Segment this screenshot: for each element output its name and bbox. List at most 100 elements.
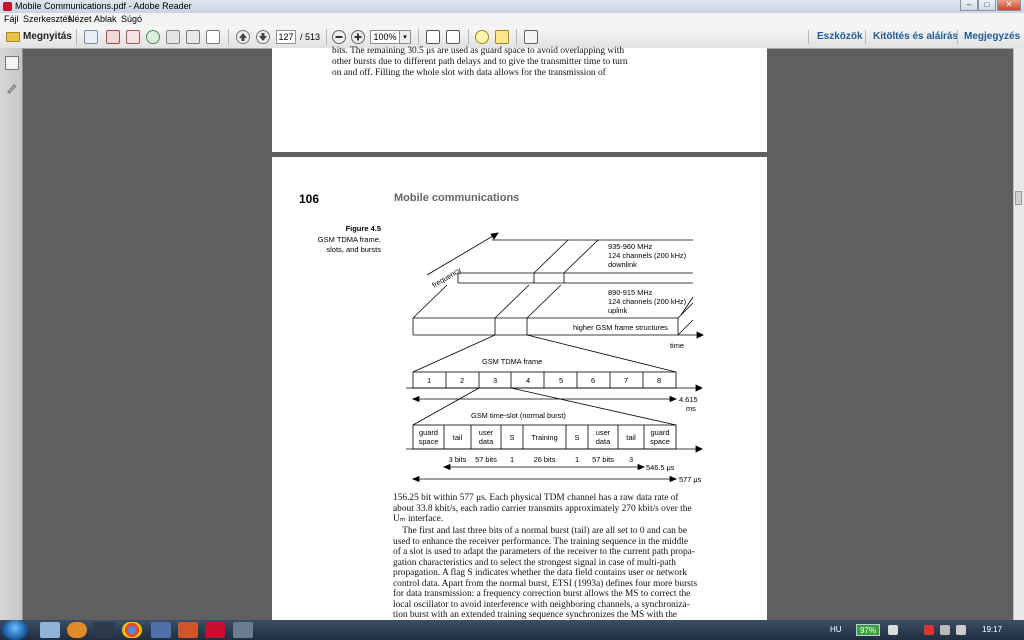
body-text-line: about 33.8 kbit/s, each radio carrier tr… — [393, 503, 692, 514]
bit-count: 57 bits — [475, 455, 497, 464]
toolbar-separator — [957, 30, 958, 44]
flag-icon[interactable] — [940, 625, 950, 635]
pdf-page-current: 106 Mobile communications Figure 4.5 GSM… — [272, 157, 767, 620]
bit-count: 1 — [575, 455, 579, 464]
tray-icon[interactable] — [888, 625, 898, 635]
toolbar-separator — [808, 30, 809, 44]
burst-field-user-data: data — [479, 437, 494, 446]
bit-count: 26 bits — [534, 455, 556, 464]
burst-field-tail: tail — [453, 433, 463, 442]
burst-field-user-data: user — [479, 428, 494, 437]
slot-label: 6 — [591, 376, 595, 385]
burst-field-s: S — [510, 433, 515, 442]
burst-field-guard-space: space — [419, 437, 439, 446]
fill-sign-link[interactable]: Kitöltés és aláírás — [873, 31, 958, 42]
burst-field-s: S — [575, 433, 580, 442]
slot-label: 8 — [657, 376, 661, 385]
burst-field-user-data: user — [596, 428, 611, 437]
body-text-line: control data. Apart from the normal burs… — [393, 578, 698, 589]
visio-taskbar-icon[interactable] — [151, 622, 171, 638]
slot-duration: 577 μs — [679, 475, 702, 484]
body-text-line: tion burst with an extended training seq… — [393, 610, 678, 620]
vertical-scrollbar[interactable] — [1013, 48, 1024, 620]
maximize-button[interactable]: □ — [978, 0, 996, 11]
gsm-tdma-figure: frequency time 935-960 MHz 124 channels … — [406, 232, 704, 484]
bit-count: 3 — [629, 455, 633, 464]
body-text-line: Uₘ interface. — [393, 514, 444, 524]
downlink-label: downlink — [608, 260, 637, 269]
slot-label: 2 — [460, 376, 464, 385]
powerpoint-taskbar-icon[interactable] — [178, 622, 198, 638]
burst-field-guard-space: space — [650, 437, 670, 446]
burst-duration: 546.5 μs — [646, 463, 675, 472]
slot-label: 3 — [493, 376, 497, 385]
menu-file[interactable]: Fájl — [4, 13, 19, 26]
title-bar: Mobile Communications.pdf - Adobe Reader… — [0, 0, 1024, 14]
slot-label: 5 — [559, 376, 563, 385]
body-text-line: propagation. A flag S indicates whether … — [393, 568, 687, 578]
slot-label: 7 — [624, 376, 628, 385]
frame-duration-unit: ms — [686, 404, 696, 413]
toolbar-right-links: Eszközök Kitöltés és aláírás Megjegyzés — [0, 26, 1024, 48]
adobe-reader-icon — [3, 2, 12, 11]
pdf-page-previous: bits. The remaining 30.5 μs are used as … — [272, 46, 767, 152]
minimize-button[interactable]: – — [960, 0, 978, 11]
prev-text-line: other bursts due to different path delay… — [332, 57, 628, 67]
body-text-line: of a slot is used to adapt the parameter… — [393, 547, 695, 557]
uplink-band: 890-915 MHz — [608, 288, 653, 297]
frame-duration-value: 4.615 — [679, 395, 698, 404]
burst-field-guard-space: guard — [419, 428, 438, 437]
burst-field-user-data: data — [596, 437, 611, 446]
windows-taskbar: HU 97% 19:17 — [0, 620, 1024, 640]
clock[interactable]: 19:17 — [982, 620, 1002, 640]
battery-indicator[interactable]: 97% — [856, 624, 880, 636]
network-icon[interactable] — [924, 625, 934, 635]
menu-bar: Fájl Szerkesztés Nézet Ablak Súgó — [0, 13, 1024, 27]
navigation-panel — [0, 48, 23, 620]
uplink-label: uplink — [608, 306, 628, 315]
body-text-line: used to enhance the receiver performance… — [393, 536, 689, 547]
tools-link[interactable]: Eszközök — [817, 31, 863, 42]
toolbar-separator — [865, 30, 866, 44]
bit-count: 57 bits — [592, 455, 614, 464]
menu-view[interactable]: Nézet — [68, 13, 92, 26]
scrollbar-thumb[interactable] — [1015, 191, 1022, 205]
slot-label: 4 — [526, 376, 530, 385]
start-button[interactable] — [2, 620, 28, 640]
language-indicator[interactable]: HU — [830, 620, 842, 640]
pages-panel-icon[interactable] — [5, 56, 19, 70]
downlink-band: 935-960 MHz — [608, 242, 653, 251]
body-text-line: for data transmission: a frequency corre… — [393, 589, 691, 599]
burst-field-guard-space: guard — [651, 428, 670, 437]
chrome-taskbar-icon[interactable] — [122, 622, 142, 638]
bit-count: 3 bits — [449, 455, 467, 464]
app-taskbar-icon[interactable] — [233, 622, 253, 638]
attachment-icon[interactable] — [5, 82, 17, 94]
higher-frame-label: higher GSM frame structures — [573, 323, 668, 332]
frame-title: GSM TDMA frame — [482, 357, 542, 366]
body-text-line: gation characteristics and to select the… — [393, 557, 676, 568]
menu-edit[interactable]: Szerkesztés — [23, 13, 72, 26]
downlink-channels: 124 channels (200 kHz) — [608, 251, 686, 260]
uplink-channels: 124 channels (200 kHz) — [608, 297, 686, 306]
bit-count: 1 — [510, 455, 514, 464]
burst-field-tail: tail — [626, 433, 636, 442]
close-button[interactable]: ✕ — [997, 0, 1021, 11]
app-taskbar-icon[interactable] — [94, 622, 114, 638]
comment-link[interactable]: Megjegyzés — [964, 31, 1020, 42]
prev-text-line: on and off. Filling the whole slot with … — [332, 68, 606, 78]
volume-icon[interactable] — [956, 625, 966, 635]
window-title: Mobile Communications.pdf - Adobe Reader — [15, 1, 192, 11]
adobe-reader-taskbar-icon[interactable] — [205, 622, 225, 638]
burst-title: GSM time-slot (normal burst) — [471, 411, 566, 420]
menu-help[interactable]: Súgó — [121, 13, 142, 26]
slot-label: 1 — [427, 376, 431, 385]
explorer-taskbar-icon[interactable] — [40, 622, 60, 638]
prev-text-line: bits. The remaining 30.5 μs are used as … — [332, 46, 625, 56]
burst-field-training: Training — [531, 433, 557, 442]
body-text-line: The first and last three bits of a norma… — [393, 526, 688, 536]
body-text-line: local oscillator to avoid interference w… — [393, 599, 690, 610]
time-axis-label: time — [670, 341, 684, 350]
media-player-taskbar-icon[interactable] — [67, 622, 87, 638]
menu-window[interactable]: Ablak — [94, 13, 117, 26]
